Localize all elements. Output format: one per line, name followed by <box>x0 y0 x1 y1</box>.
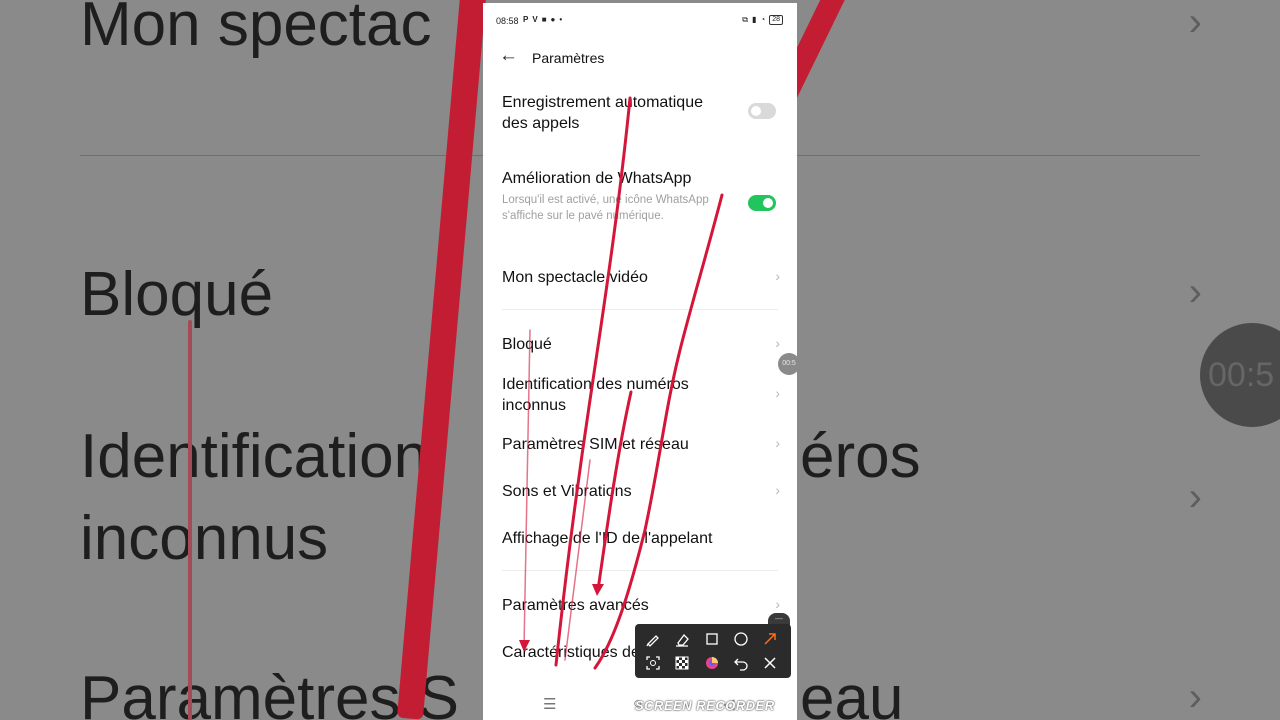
setting-label: Sons et Vibrations <box>502 483 632 500</box>
bg-timer: 00:5 <box>1200 323 1280 427</box>
screenshot-icon[interactable] <box>643 653 663 673</box>
chevron-right-icon: › <box>775 268 780 284</box>
bg-annotation-stroke <box>188 320 192 720</box>
bg-text-2: Bloqué <box>80 260 274 329</box>
section-divider <box>502 570 778 571</box>
notification-icons: P V ■ ● • <box>523 15 562 24</box>
eraser-icon[interactable] <box>672 629 692 649</box>
toggle-knob <box>763 198 773 208</box>
signal-icon: ▮ <box>751 15 757 24</box>
bg-chevron: › <box>1188 475 1202 519</box>
setting-sounds-vibrations[interactable]: Sons et Vibrations › <box>502 481 780 502</box>
chevron-right-icon: › <box>775 385 780 401</box>
back-arrow-icon[interactable]: ← <box>499 45 518 67</box>
setting-label: Amélioration de WhatsApp <box>502 170 692 187</box>
bg-text-4: éros <box>800 422 921 491</box>
notification-icon: ■ <box>541 15 547 24</box>
setting-advanced[interactable]: Paramètres avancés › <box>502 595 780 616</box>
circle-icon[interactable] <box>731 629 751 649</box>
navigation-bar: ☰ ○ ◁ SCREEN RECORDER <box>483 693 797 720</box>
chevron-right-icon: › <box>775 435 780 451</box>
battery-icon: 28 <box>769 15 783 25</box>
whatsapp-toggle[interactable] <box>748 195 776 211</box>
arrow-icon[interactable] <box>760 629 780 649</box>
setting-label: Paramètres SIM et réseau <box>502 436 689 453</box>
app-header: ← Paramètres <box>483 41 797 73</box>
annotation-toolbar <box>635 624 791 678</box>
undo-icon[interactable] <box>731 653 751 673</box>
setting-video-show[interactable]: Mon spectacle vidéo › <box>502 267 780 288</box>
setting-label: Affichage de l'ID de l'appelant <box>502 530 713 547</box>
bg-annotation-stroke <box>396 0 490 720</box>
setting-label: Mon spectacle vidéo <box>502 269 648 286</box>
chevron-right-icon: › <box>775 335 780 351</box>
bg-text-3: Identification <box>80 422 429 491</box>
rectangle-icon[interactable] <box>702 629 722 649</box>
setting-blocked[interactable]: Bloqué › <box>502 334 780 355</box>
status-bar: 08:58 P V ■ ● • ⧉ ▮ ◔ 28 <box>483 3 797 37</box>
notification-icon: • <box>559 15 563 24</box>
menu-nav-icon[interactable]: ☰ <box>543 695 556 713</box>
chevron-right-icon: › <box>775 596 780 612</box>
notification-icon: ● <box>550 15 556 24</box>
recorder-watermark: SCREEN RECORDER <box>635 698 775 713</box>
mosaic-icon[interactable] <box>672 653 692 673</box>
section-divider <box>502 309 778 310</box>
bg-chevron: › <box>1188 675 1202 719</box>
bg-chevron: › <box>1188 0 1202 44</box>
setting-label: Identification des numéros inconnus <box>502 376 689 414</box>
setting-label: Paramètres avancés <box>502 597 649 614</box>
setting-label: Enregistrement automatique des appels <box>502 94 703 132</box>
bg-chevron: › <box>1188 270 1202 314</box>
phone-screen: 08:58 P V ■ ● • ⧉ ▮ ◔ 28 ← Paramètres En… <box>483 3 797 720</box>
page-title: Paramètres <box>532 50 605 66</box>
setting-unknown-number-id[interactable]: Identification des numéros inconnus › <box>502 374 780 416</box>
pen-icon[interactable] <box>643 629 663 649</box>
auto-recording-toggle[interactable] <box>748 103 776 119</box>
notification-icon: P <box>523 15 529 24</box>
setting-label: Bloqué <box>502 336 552 353</box>
bg-text-5: inconnus <box>80 504 329 573</box>
notification-icon: V <box>532 15 538 24</box>
color-icon[interactable] <box>702 653 722 673</box>
chevron-right-icon: › <box>775 482 780 498</box>
bg-text-1: Mon spectac <box>80 0 432 59</box>
setting-whatsapp-improvement[interactable]: Amélioration de WhatsApp Lorsqu'il est a… <box>502 168 780 224</box>
wifi-icon: ◔ <box>760 15 766 24</box>
recorder-bubble[interactable]: 00:5 <box>778 353 800 375</box>
setting-sim-network[interactable]: Paramètres SIM et réseau › <box>502 434 780 455</box>
toggle-knob <box>751 106 761 116</box>
close-icon[interactable] <box>760 653 780 673</box>
setting-caller-id[interactable]: Affichage de l'ID de l'appelant <box>502 528 780 549</box>
status-time: 08:58 <box>496 16 519 26</box>
system-icons: ⧉ ▮ ◔ 28 <box>742 15 783 25</box>
bg-text-7: eau <box>800 664 904 720</box>
cast-icon: ⧉ <box>742 15 748 24</box>
setting-description: Lorsqu'il est activé, une icône WhatsApp… <box>502 194 709 222</box>
setting-auto-call-recording[interactable]: Enregistrement automatique des appels <box>502 92 780 134</box>
